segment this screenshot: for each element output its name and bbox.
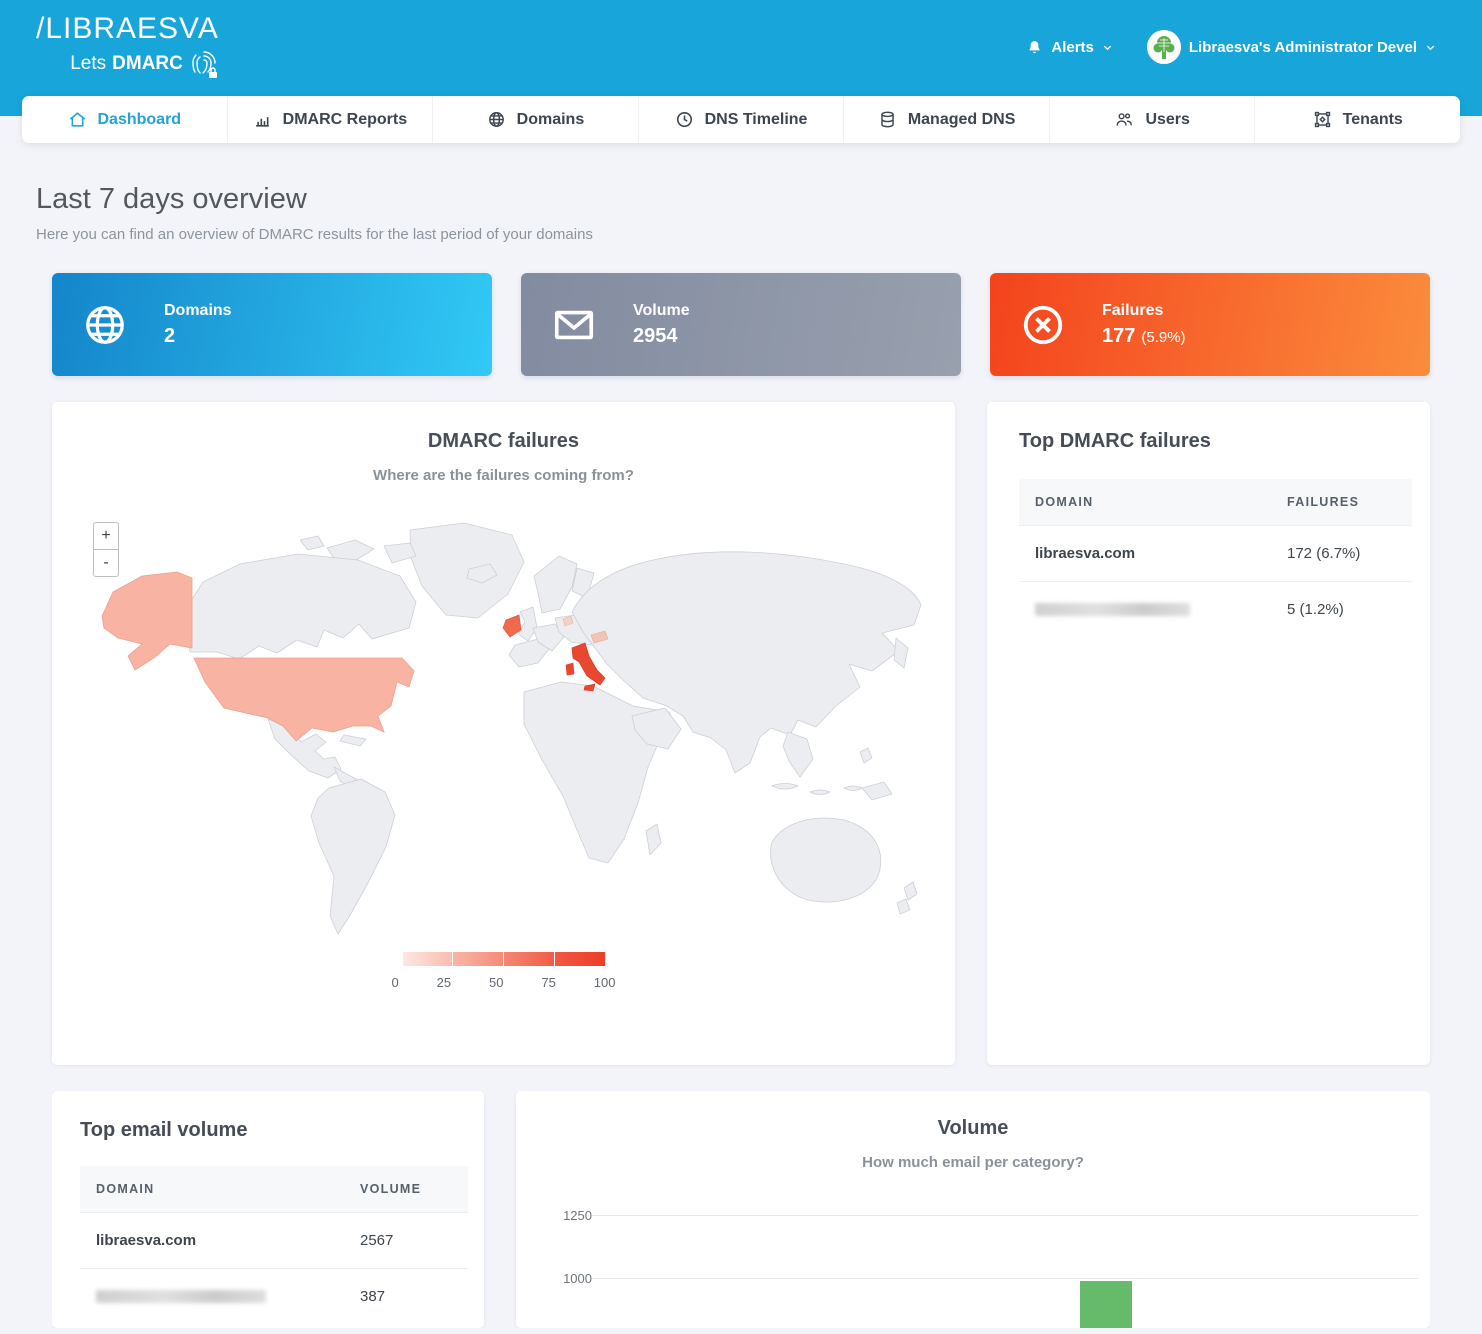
globe-icon [487, 110, 506, 129]
tab-label: Managed DNS [908, 111, 1016, 129]
volume-cell: 2567 [344, 1213, 468, 1269]
tab-domains[interactable]: Domains [433, 96, 639, 143]
chevron-down-icon [1425, 42, 1436, 53]
user-name: Libraesva's Administrator Devel [1189, 39, 1417, 56]
envelope-icon [551, 302, 597, 348]
redacted-domain [96, 1290, 266, 1303]
y-axis-tick: 1000 [550, 1271, 592, 1286]
page-title: Last 7 days overview [36, 183, 1430, 216]
map-legend-gradient [403, 952, 605, 966]
tab-dashboard[interactable]: Dashboard [22, 96, 228, 143]
clock-icon [675, 110, 694, 129]
volume-chart-subtitle: How much email per category? [516, 1154, 1430, 1171]
tab-managed-dns[interactable]: Managed DNS [844, 96, 1050, 143]
world-choropleth-map[interactable] [72, 520, 932, 940]
logo-dmarc: DMARC [112, 53, 183, 75]
table-row[interactable]: 5 (1.2%) [1019, 582, 1412, 638]
tab-label: Dashboard [98, 111, 182, 129]
x-circle-icon [1020, 302, 1066, 348]
stat-percent: (5.9%) [1141, 329, 1185, 346]
legend-tick: 75 [541, 975, 555, 990]
map-card-title: DMARC failures [52, 430, 955, 453]
column-header-failures: FAILURES [1271, 479, 1412, 526]
failures-cell: 172 (6.7%) [1271, 526, 1412, 582]
users-icon [1114, 110, 1134, 129]
stat-label: Volume [633, 302, 690, 320]
domain-cell-redacted [80, 1269, 344, 1325]
stat-card-volume[interactable]: Volume 2954 [521, 273, 961, 376]
page-subtitle: Here you can find an overview of DMARC r… [36, 226, 1430, 243]
stat-label: Domains [164, 302, 232, 320]
top-volume-title: Top email volume [80, 1119, 468, 1142]
alerts-label: Alerts [1051, 39, 1094, 56]
tab-label: DMARC Reports [283, 111, 407, 129]
tab-label: Tenants [1343, 111, 1403, 129]
stat-value: 2 [164, 325, 232, 348]
tab-dmarc-reports[interactable]: DMARC Reports [228, 96, 434, 143]
domain-cell-redacted [1019, 582, 1271, 638]
volume-chart-title: Volume [516, 1117, 1430, 1140]
volume-bar[interactable] [1080, 1281, 1132, 1328]
map-legend: 0 25 50 75 100 [52, 952, 955, 990]
globe-icon [82, 302, 128, 348]
tab-label: DNS Timeline [705, 111, 808, 129]
legend-tick: 0 [392, 975, 399, 990]
gridline [592, 1215, 1418, 1216]
map-card-subtitle: Where are the failures coming from? [52, 467, 955, 484]
tab-tenants[interactable]: Tenants [1255, 96, 1460, 143]
top-dmarc-failures-card: Top DMARC failures DOMAIN FAILURES libra… [987, 402, 1430, 1065]
chevron-down-icon [1102, 42, 1113, 53]
top-failures-table: DOMAIN FAILURES libraesva.com 172 (6.7%)… [1019, 479, 1412, 637]
stat-value: 177(5.9%) [1102, 325, 1186, 348]
tab-dns-timeline[interactable]: DNS Timeline [639, 96, 845, 143]
tenants-frame-icon [1313, 110, 1332, 129]
app-logo: /LIBRAESVA Lets DMARC [36, 12, 219, 80]
top-failures-title: Top DMARC failures [1019, 430, 1412, 453]
database-icon [878, 110, 897, 129]
top-email-volume-card: Top email volume DOMAIN VOLUME libraesva… [52, 1091, 484, 1328]
dmarc-failures-map-card: DMARC failures Where are the failures co… [52, 402, 955, 1065]
failures-cell: 5 (1.2%) [1271, 582, 1412, 638]
tab-label: Users [1145, 111, 1189, 129]
domain-cell: libraesva.com [1019, 526, 1271, 582]
bar-chart-icon [253, 110, 272, 129]
bell-icon [1026, 39, 1043, 56]
column-header-domain: DOMAIN [80, 1166, 344, 1213]
tab-label: Domains [517, 111, 585, 129]
volume-bar-chart-card: Volume How much email per category? 1250… [516, 1091, 1430, 1328]
tab-users[interactable]: Users [1050, 96, 1256, 143]
top-volume-table: DOMAIN VOLUME libraesva.com 2567 387 [80, 1166, 468, 1324]
user-menu[interactable]: Libraesva's Administrator Devel [1147, 30, 1436, 64]
legend-tick: 50 [489, 975, 503, 990]
table-header-row: DOMAIN FAILURES [1019, 479, 1412, 526]
gridline [592, 1278, 1418, 1279]
table-row[interactable]: libraesva.com 2567 [80, 1213, 468, 1269]
redacted-domain [1035, 603, 1190, 616]
avatar [1147, 30, 1181, 64]
main-navigation: Dashboard DMARC Reports Domains DNS Time… [22, 96, 1460, 143]
legend-tick: 25 [437, 975, 451, 990]
y-axis-tick: 1250 [550, 1208, 592, 1223]
stat-label: Failures [1102, 302, 1186, 320]
stats-row: Domains 2 Volume 2954 Failures 177(5.9%) [52, 273, 1430, 376]
home-icon [68, 110, 87, 129]
table-row[interactable]: libraesva.com 172 (6.7%) [1019, 526, 1412, 582]
domain-cell: libraesva.com [80, 1213, 344, 1269]
column-header-volume: VOLUME [344, 1166, 468, 1213]
table-row[interactable]: 387 [80, 1269, 468, 1325]
stat-card-failures[interactable]: Failures 177(5.9%) [990, 273, 1430, 376]
stat-card-domains[interactable]: Domains 2 [52, 273, 492, 376]
legend-tick: 100 [594, 975, 616, 990]
table-header-row: DOMAIN VOLUME [80, 1166, 468, 1213]
column-header-domain: DOMAIN [1019, 479, 1271, 526]
stat-value: 2954 [633, 325, 690, 348]
fingerprint-icon [189, 48, 219, 80]
volume-cell: 387 [344, 1269, 468, 1325]
alerts-button[interactable]: Alerts [1026, 39, 1113, 56]
logo-libraesva: /LIBRAESVA [36, 12, 219, 46]
logo-lets: Lets [70, 53, 106, 75]
